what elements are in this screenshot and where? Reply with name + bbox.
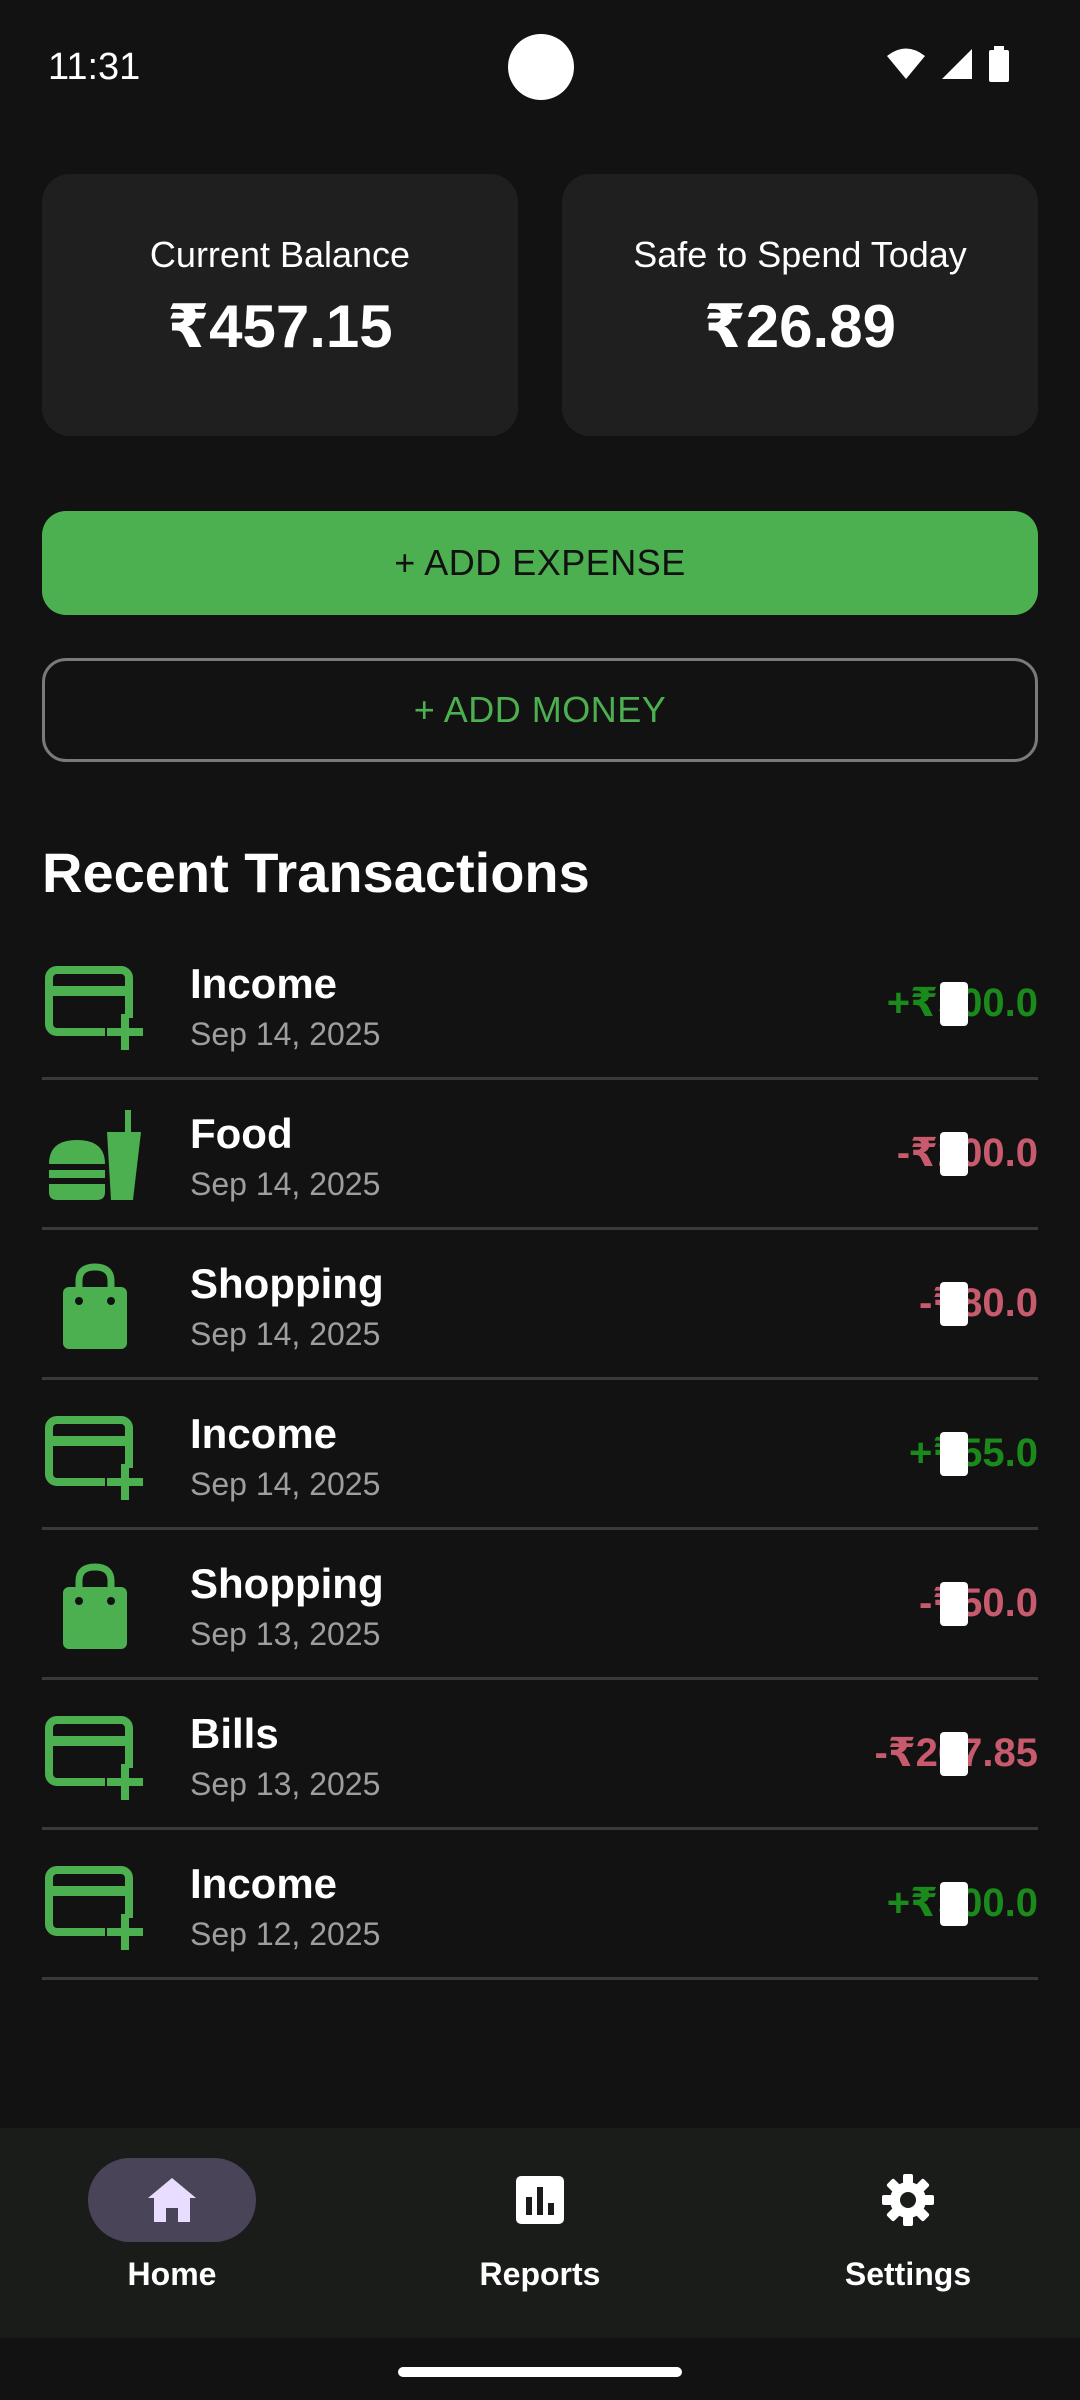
transaction-title: Bills [190, 1710, 279, 1757]
income-card-icon [42, 1410, 148, 1506]
home-icon [148, 2178, 196, 2222]
delete-icon[interactable] [940, 1582, 968, 1626]
income-card-icon [42, 1860, 148, 1956]
bottom-navigation: Home Reports Settings [0, 2128, 1080, 2338]
nav-home-indicator [88, 2158, 256, 2242]
current-balance-card: Current Balance ₹457.15 [42, 174, 518, 436]
transaction-date: Sep 14, 2025 [190, 1166, 381, 1202]
delete-icon[interactable] [940, 1432, 968, 1476]
transaction-title: Income [190, 1860, 338, 1907]
transaction-row[interactable]: Income Sep 12, 2025 +₹500.0 [42, 1830, 1038, 1980]
fastfood-icon [42, 1110, 148, 1206]
income-card-icon [42, 1710, 148, 1806]
gear-icon [882, 2174, 934, 2226]
add-expense-button[interactable]: + ADD EXPENSE [42, 511, 1038, 615]
wifi-icon [887, 48, 925, 79]
transaction-title: Shopping [190, 1260, 384, 1307]
nav-settings[interactable]: Settings [788, 2158, 1028, 2318]
transaction-title: Income [190, 1410, 338, 1457]
transaction-amount: -₹50.0 [918, 1581, 1038, 1625]
transaction-row[interactable]: Income Sep 14, 2025 +₹55.0 [42, 1380, 1038, 1530]
transaction-row[interactable]: Income Sep 14, 2025 +₹500.0 [42, 930, 1038, 1080]
transaction-row[interactable]: Food Sep 14, 2025 -₹200.0 [42, 1080, 1038, 1230]
status-time: 11:31 [48, 46, 141, 88]
transaction-row[interactable]: Shopping Sep 13, 2025 -₹50.0 [42, 1530, 1038, 1680]
current-balance-value: ₹457.15 [167, 293, 393, 360]
nav-settings-indicator [824, 2158, 992, 2242]
bar-chart-icon [516, 2176, 564, 2224]
nav-reports-label: Reports [479, 2256, 601, 2292]
safe-to-spend-label: Safe to Spend Today [633, 234, 967, 275]
transaction-row[interactable]: Bills Sep 13, 2025 -₹267.85 [42, 1680, 1038, 1830]
delete-icon[interactable] [940, 1282, 968, 1326]
safe-to-spend-value: ₹26.89 [704, 293, 896, 360]
transaction-row[interactable]: Shopping Sep 14, 2025 -₹80.0 [42, 1230, 1038, 1380]
cellular-signal-icon [942, 49, 972, 79]
nav-home[interactable]: Home [52, 2158, 292, 2318]
income-card-icon [42, 960, 148, 1056]
gesture-navigation-bar[interactable] [398, 2367, 682, 2377]
status-icons [886, 46, 1010, 82]
transaction-list: Income Sep 14, 2025 +₹500.0 Food Sep 14,… [42, 930, 1038, 1980]
nav-reports-indicator [456, 2158, 624, 2242]
transaction-title: Income [190, 960, 338, 1007]
transaction-date: Sep 13, 2025 [190, 1766, 381, 1802]
transaction-date: Sep 14, 2025 [190, 1016, 381, 1052]
current-balance-label: Current Balance [149, 234, 411, 275]
nav-reports[interactable]: Reports [420, 2158, 660, 2318]
battery-icon [989, 46, 1009, 82]
shopping-bag-icon [42, 1260, 148, 1356]
nav-home-label: Home [127, 2256, 217, 2292]
transaction-title: Food [190, 1110, 293, 1157]
transaction-title: Shopping [190, 1560, 384, 1607]
status-bar: 11:31 [0, 0, 1080, 134]
transaction-date: Sep 12, 2025 [190, 1916, 381, 1952]
transaction-amount: +₹55.0 [908, 1431, 1038, 1475]
transaction-date: Sep 14, 2025 [190, 1466, 381, 1502]
transaction-date: Sep 13, 2025 [190, 1616, 381, 1652]
delete-icon[interactable] [940, 1732, 968, 1776]
delete-icon[interactable] [940, 1132, 968, 1176]
safe-to-spend-card: Safe to Spend Today ₹26.89 [562, 174, 1038, 436]
transaction-date: Sep 14, 2025 [190, 1316, 381, 1352]
camera-cutout [508, 34, 574, 100]
transaction-amount: -₹80.0 [918, 1281, 1038, 1325]
recent-transactions-title: Recent Transactions [42, 841, 590, 904]
nav-settings-label: Settings [844, 2256, 972, 2292]
delete-icon[interactable] [940, 1882, 968, 1926]
add-money-button[interactable]: + ADD MONEY [42, 658, 1038, 762]
shopping-bag-icon [42, 1560, 148, 1656]
delete-icon[interactable] [940, 982, 968, 1026]
